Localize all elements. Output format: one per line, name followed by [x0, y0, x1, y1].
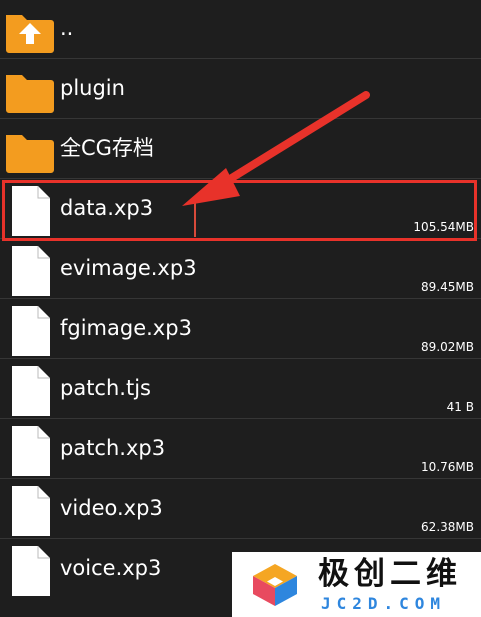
file-icon: [4, 483, 56, 543]
file-name: ..: [60, 16, 74, 40]
watermark-domain: JC2D.COM: [321, 594, 447, 613]
file-size: 105.54MB: [413, 220, 474, 234]
list-item-folder[interactable]: plugin: [0, 60, 481, 119]
folder-up-icon: [4, 3, 56, 59]
file-icon: [4, 543, 56, 603]
list-item-file[interactable]: fgimage.xp3 89.02MB: [0, 300, 481, 359]
file-icon: [4, 243, 56, 303]
file-name: patch.xp3: [60, 436, 166, 460]
file-name: 全CG存档: [60, 136, 154, 160]
list-item-file[interactable]: data.xp3 105.54MB: [0, 180, 481, 239]
list-item-file[interactable]: patch.tjs 41 B: [0, 360, 481, 419]
list-item-parent-folder[interactable]: ..: [0, 0, 481, 59]
file-name: data.xp3: [60, 196, 154, 220]
folder-icon: [4, 63, 56, 119]
file-icon: [4, 303, 56, 363]
file-size: 89.45MB: [421, 280, 474, 294]
file-name: video.xp3: [60, 496, 163, 520]
text-cursor: [194, 196, 196, 237]
file-icon: [4, 363, 56, 423]
file-icon: [4, 183, 56, 243]
file-size: 41 B: [446, 400, 474, 414]
list-item-file[interactable]: evimage.xp3 89.45MB: [0, 240, 481, 299]
file-size: 10.76MB: [421, 460, 474, 474]
file-name: plugin: [60, 76, 125, 100]
watermark: 极创二维 JC2D.COM: [232, 552, 481, 617]
folder-icon: [4, 123, 56, 179]
file-name: voice.xp3: [60, 556, 162, 580]
watermark-brand: 极创二维: [318, 556, 462, 592]
file-name: fgimage.xp3: [60, 316, 192, 340]
list-item-file[interactable]: video.xp3 62.38MB: [0, 480, 481, 539]
file-name: evimage.xp3: [60, 256, 197, 280]
list-item-folder[interactable]: 全CG存档: [0, 120, 481, 179]
file-icon: [4, 423, 56, 483]
file-list: .. plugin 全CG存档 data.xp3 105.54MB evimag…: [0, 0, 481, 617]
file-name: patch.tjs: [60, 376, 151, 400]
cube-logo-icon: [250, 562, 300, 612]
file-size: 89.02MB: [421, 340, 474, 354]
list-item-file[interactable]: patch.xp3 10.76MB: [0, 420, 481, 479]
file-size: 62.38MB: [421, 520, 474, 534]
